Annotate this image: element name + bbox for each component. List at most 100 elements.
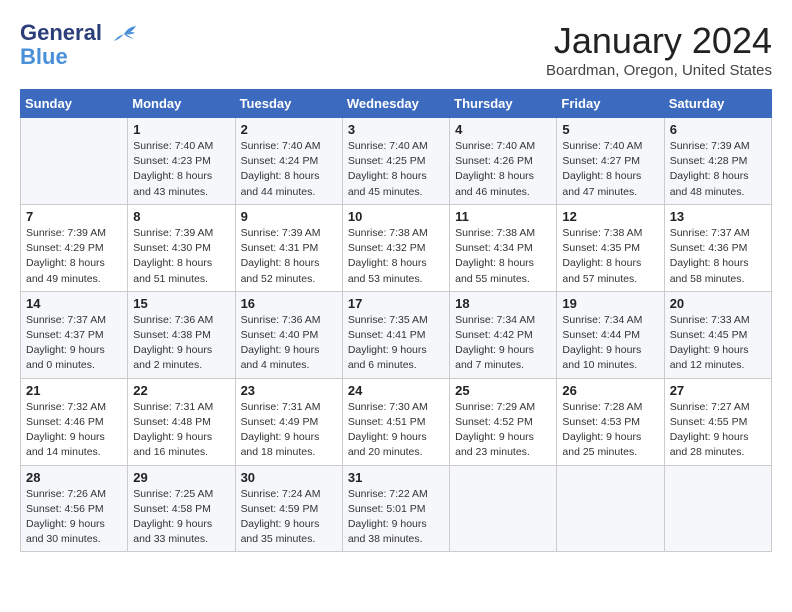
calendar-cell-w2-d3: 9Sunrise: 7:39 AMSunset: 4:31 PMDaylight… <box>235 204 342 291</box>
day-number: 27 <box>670 383 766 398</box>
calendar-header-row: Sunday Monday Tuesday Wednesday Thursday… <box>21 90 772 118</box>
day-info: Sunrise: 7:25 AMSunset: 4:58 PMDaylight:… <box>133 487 229 548</box>
calendar-cell-w2-d6: 12Sunrise: 7:38 AMSunset: 4:35 PMDayligh… <box>557 204 664 291</box>
day-number: 15 <box>133 296 229 311</box>
day-number: 22 <box>133 383 229 398</box>
day-number: 21 <box>26 383 122 398</box>
day-info: Sunrise: 7:34 AMSunset: 4:42 PMDaylight:… <box>455 313 551 374</box>
calendar-cell-w3-d1: 14 Sunrise: 7:37 AMSunset: 4:37 PMDayligh… <box>21 291 128 378</box>
calendar-week-2: 7 Sunrise: 7:39 AMSunset: 4:29 PMDaylight… <box>21 204 772 291</box>
day-number: 14 <box>26 296 122 311</box>
logo: General Blue <box>20 20 138 70</box>
day-info: Sunrise: 7:40 AMSunset: 4:26 PMDaylight:… <box>455 139 551 200</box>
day-info: Sunrise: 7:40 AMSunset: 4:24 PMDaylight:… <box>241 139 337 200</box>
calendar-cell-w1-d1 <box>21 118 128 205</box>
day-number: 28 <box>26 470 122 485</box>
day-info: Sunrise: 7:38 AMSunset: 4:32 PMDaylight:… <box>348 226 444 287</box>
day-info: Sunrise: 7:22 AMSunset: 5:01 PMDaylight:… <box>348 487 444 548</box>
day-number: 6 <box>670 122 766 137</box>
day-info: Sunrise: 7:32 AMSunset: 4:46 PMDaylight:… <box>26 400 122 461</box>
day-info: Sunrise: 7:39 AMSunset: 4:29 PMDaylight:… <box>26 226 122 287</box>
calendar-cell-w3-d6: 19Sunrise: 7:34 AMSunset: 4:44 PMDayligh… <box>557 291 664 378</box>
day-info: Sunrise: 7:39 AMSunset: 4:30 PMDaylight:… <box>133 226 229 287</box>
calendar-cell-w5-d7 <box>664 465 771 552</box>
day-info: Sunrise: 7:24 AMSunset: 4:59 PMDaylight:… <box>241 487 337 548</box>
calendar-cell-w5-d6 <box>557 465 664 552</box>
day-info: Sunrise: 7:29 AMSunset: 4:52 PMDaylight:… <box>455 400 551 461</box>
location-subtitle: Boardman, Oregon, United States <box>546 62 772 79</box>
col-sunday: Sunday <box>21 90 128 118</box>
calendar-cell-w2-d5: 11 Sunrise: 7:38 AMSunset: 4:34 PMDayligh… <box>450 204 557 291</box>
page-header: General Blue January 2024 Boardman, Oreg… <box>20 20 772 79</box>
calendar-week-1: 1 Sunrise: 7:40 AMSunset: 4:23 PMDaylight… <box>21 118 772 205</box>
calendar-cell-w5-d3: 30 Sunrise: 7:24 AMSunset: 4:59 PMDayligh… <box>235 465 342 552</box>
day-number: 1 <box>133 122 229 137</box>
calendar-cell-w2-d1: 7 Sunrise: 7:39 AMSunset: 4:29 PMDaylight… <box>21 204 128 291</box>
calendar-cell-w2-d4: 10 Sunrise: 7:38 AMSunset: 4:32 PMDayligh… <box>342 204 449 291</box>
day-info: Sunrise: 7:30 AMSunset: 4:51 PMDaylight:… <box>348 400 444 461</box>
logo-bird-icon <box>110 25 138 43</box>
calendar-cell-w1-d7: 6 Sunrise: 7:39 AMSunset: 4:28 PMDaylight… <box>664 118 771 205</box>
calendar-cell-w4-d6: 26Sunrise: 7:28 AMSunset: 4:53 PMDayligh… <box>557 378 664 465</box>
calendar-cell-w1-d4: 3Sunrise: 7:40 AMSunset: 4:25 PMDaylight… <box>342 118 449 205</box>
day-number: 29 <box>133 470 229 485</box>
day-info: Sunrise: 7:35 AMSunset: 4:41 PMDaylight:… <box>348 313 444 374</box>
calendar-cell-w2-d7: 13 Sunrise: 7:37 AMSunset: 4:36 PMDayligh… <box>664 204 771 291</box>
day-number: 17 <box>348 296 444 311</box>
day-info: Sunrise: 7:38 AMSunset: 4:34 PMDaylight:… <box>455 226 551 287</box>
calendar-cell-w5-d2: 29 Sunrise: 7:25 AMSunset: 4:58 PMDayligh… <box>128 465 235 552</box>
day-number: 16 <box>241 296 337 311</box>
calendar-cell-w4-d2: 22 Sunrise: 7:31 AMSunset: 4:48 PMDayligh… <box>128 378 235 465</box>
calendar-cell-w3-d3: 16 Sunrise: 7:36 AMSunset: 4:40 PMDayligh… <box>235 291 342 378</box>
day-number: 18 <box>455 296 551 311</box>
day-number: 8 <box>133 209 229 224</box>
calendar-cell-w3-d5: 18 Sunrise: 7:34 AMSunset: 4:42 PMDayligh… <box>450 291 557 378</box>
month-title: January 2024 <box>546 20 772 62</box>
logo-blue: Blue <box>20 44 68 70</box>
col-tuesday: Tuesday <box>235 90 342 118</box>
day-number: 10 <box>348 209 444 224</box>
day-number: 11 <box>455 209 551 224</box>
day-number: 13 <box>670 209 766 224</box>
day-info: Sunrise: 7:39 AMSunset: 4:28 PMDaylight:… <box>670 139 766 200</box>
calendar-cell-w4-d4: 24 Sunrise: 7:30 AMSunset: 4:51 PMDayligh… <box>342 378 449 465</box>
day-info: Sunrise: 7:37 AMSunset: 4:37 PMDaylight:… <box>26 313 122 374</box>
day-info: Sunrise: 7:36 AMSunset: 4:40 PMDaylight:… <box>241 313 337 374</box>
day-number: 30 <box>241 470 337 485</box>
day-number: 5 <box>562 122 658 137</box>
calendar-cell-w1-d3: 2 Sunrise: 7:40 AMSunset: 4:24 PMDaylight… <box>235 118 342 205</box>
calendar-cell-w1-d5: 4Sunrise: 7:40 AMSunset: 4:26 PMDaylight… <box>450 118 557 205</box>
calendar-week-3: 14 Sunrise: 7:37 AMSunset: 4:37 PMDayligh… <box>21 291 772 378</box>
col-thursday: Thursday <box>450 90 557 118</box>
col-wednesday: Wednesday <box>342 90 449 118</box>
day-info: Sunrise: 7:40 AMSunset: 4:23 PMDaylight:… <box>133 139 229 200</box>
day-info: Sunrise: 7:31 AMSunset: 4:48 PMDaylight:… <box>133 400 229 461</box>
logo-text: General <box>20 20 138 46</box>
day-number: 7 <box>26 209 122 224</box>
calendar-table: Sunday Monday Tuesday Wednesday Thursday… <box>20 89 772 552</box>
calendar-cell-w2-d2: 8 Sunrise: 7:39 AMSunset: 4:30 PMDaylight… <box>128 204 235 291</box>
day-info: Sunrise: 7:34 AMSunset: 4:44 PMDaylight:… <box>562 313 658 374</box>
day-number: 25 <box>455 383 551 398</box>
calendar-week-5: 28 Sunrise: 7:26 AMSunset: 4:56 PMDayligh… <box>21 465 772 552</box>
calendar-cell-w3-d2: 15 Sunrise: 7:36 AMSunset: 4:38 PMDayligh… <box>128 291 235 378</box>
day-info: Sunrise: 7:33 AMSunset: 4:45 PMDaylight:… <box>670 313 766 374</box>
day-info: Sunrise: 7:28 AMSunset: 4:53 PMDaylight:… <box>562 400 658 461</box>
day-number: 2 <box>241 122 337 137</box>
day-number: 31 <box>348 470 444 485</box>
day-number: 9 <box>241 209 337 224</box>
calendar-cell-w1-d6: 5Sunrise: 7:40 AMSunset: 4:27 PMDaylight… <box>557 118 664 205</box>
col-monday: Monday <box>128 90 235 118</box>
calendar-cell-w4-d7: 27 Sunrise: 7:27 AMSunset: 4:55 PMDayligh… <box>664 378 771 465</box>
day-number: 23 <box>241 383 337 398</box>
calendar-cell-w3-d7: 20Sunrise: 7:33 AMSunset: 4:45 PMDayligh… <box>664 291 771 378</box>
day-info: Sunrise: 7:26 AMSunset: 4:56 PMDaylight:… <box>26 487 122 548</box>
day-number: 24 <box>348 383 444 398</box>
calendar-cell-w4-d5: 25 Sunrise: 7:29 AMSunset: 4:52 PMDayligh… <box>450 378 557 465</box>
col-friday: Friday <box>557 90 664 118</box>
day-info: Sunrise: 7:36 AMSunset: 4:38 PMDaylight:… <box>133 313 229 374</box>
day-info: Sunrise: 7:27 AMSunset: 4:55 PMDaylight:… <box>670 400 766 461</box>
day-info: Sunrise: 7:37 AMSunset: 4:36 PMDaylight:… <box>670 226 766 287</box>
day-info: Sunrise: 7:40 AMSunset: 4:25 PMDaylight:… <box>348 139 444 200</box>
calendar-cell-w1-d2: 1 Sunrise: 7:40 AMSunset: 4:23 PMDaylight… <box>128 118 235 205</box>
